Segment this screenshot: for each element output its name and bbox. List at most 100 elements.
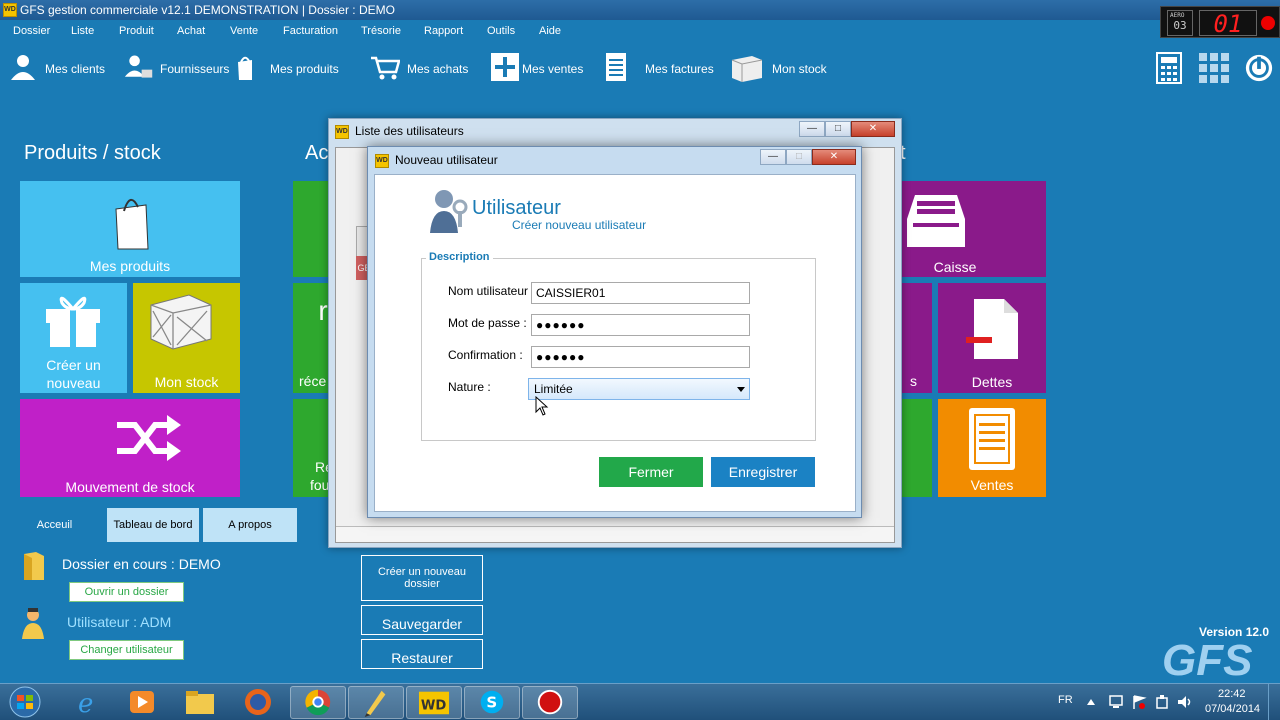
toolbar-mes-clients[interactable]: Mes clients (8, 42, 108, 92)
tile-mon-stock[interactable]: Mon stock (133, 283, 240, 393)
open-folder-button[interactable]: Ouvrir un dossier (69, 582, 184, 602)
tile-label-line2: nouveau (46, 375, 101, 391)
save-user-button[interactable]: Enregistrer (711, 457, 815, 487)
supplier-icon (124, 55, 153, 78)
close-button[interactable]: ✕ (812, 149, 856, 165)
window-title: Liste des utilisateurs (355, 124, 464, 138)
group-label: Description (426, 251, 493, 263)
menu-produit[interactable]: Produit (119, 25, 154, 37)
maximize-button[interactable]: □ (825, 121, 851, 137)
menu-outils[interactable]: Outils (487, 25, 515, 37)
nature-selected-value: Limitée (534, 382, 573, 396)
calculator-icon[interactable] (1156, 52, 1182, 84)
password-input[interactable]: ●●●●●● (531, 314, 750, 336)
record-icon[interactable] (522, 686, 578, 719)
tab-tableau-de-bord[interactable]: Tableau de bord (107, 508, 199, 542)
app-icon: WD (3, 3, 17, 17)
close-button[interactable]: ✕ (851, 121, 895, 137)
toolbar-mes-factures[interactable]: Mes factures (605, 42, 715, 92)
aero-big-counter: 01 (1199, 10, 1257, 37)
grid-icon[interactable] (1199, 52, 1229, 84)
menu-vente[interactable]: Vente (230, 25, 258, 37)
toolbar-label: Mes clients (45, 62, 106, 76)
menu-liste[interactable]: Liste (71, 25, 94, 37)
tile-label: Dettes (971, 374, 1013, 390)
tray-flag-icon[interactable] (1131, 694, 1147, 710)
windev-icon[interactable]: WD (406, 686, 462, 719)
tile-label-line1: Créer un (46, 357, 101, 373)
tile-label: Mouvement de stock (65, 479, 195, 495)
create-folder-label-line1: Créer un nouveau (377, 566, 467, 578)
tile-hidden-1[interactable] (293, 181, 333, 277)
username-input[interactable]: CAISSIER01 (531, 282, 750, 304)
record-dot-icon[interactable] (1261, 16, 1275, 30)
tile-hidden-2[interactable]: r réce (293, 283, 333, 393)
tile-mes-produits[interactable]: Mes produits (20, 181, 240, 277)
show-desktop-button[interactable] (1268, 684, 1280, 720)
clock-date[interactable]: 07/04/2014 (1205, 703, 1260, 715)
change-user-button[interactable]: Changer utilisateur (69, 640, 184, 660)
nature-label: Nature : (448, 380, 491, 394)
aero-small-counter: AERO 03 (1167, 10, 1193, 36)
tab-acceuil[interactable]: Acceuil (6, 508, 103, 542)
tray-power-icon[interactable] (1154, 694, 1170, 710)
minimize-button[interactable]: — (799, 121, 825, 137)
tray-network-icon[interactable] (1108, 694, 1124, 710)
minimize-button[interactable]: — (760, 149, 786, 165)
menu-aide[interactable]: Aide (539, 25, 561, 37)
bag-icon (115, 199, 149, 250)
close-dialog-button[interactable]: Fermer (599, 457, 703, 487)
menu-facturation[interactable]: Facturation (283, 25, 338, 37)
section-title-produits: Produits / stock (24, 142, 161, 164)
window-title: GFS gestion commerciale v12.1 DEMONSTRAT… (20, 3, 395, 17)
menu-tresorie[interactable]: Trésorie (361, 25, 401, 37)
explorer-icon[interactable] (172, 686, 228, 719)
media-player-icon[interactable] (116, 686, 172, 719)
menu-rapport[interactable]: Rapport (424, 25, 463, 37)
chrome-icon[interactable] (290, 686, 346, 719)
tile-mouvement-stock[interactable]: Mouvement de stock (20, 399, 240, 497)
restore-button[interactable]: Restaurer (361, 639, 483, 669)
create-folder-button[interactable]: Créer un nouveau dossier (361, 555, 483, 601)
toolbar-mes-ventes[interactable]: Mes ventes (490, 42, 590, 92)
username-label: Nom utilisateur : (448, 284, 535, 298)
toolbar-mes-produits[interactable]: Mes produits (236, 42, 346, 92)
tile-creer-nouveau[interactable]: Créer un nouveau (20, 283, 127, 393)
save-backup-button[interactable]: Sauvegarder (361, 605, 483, 635)
toolbar-mon-stock[interactable]: Mon stock (730, 42, 840, 92)
tile-caisse[interactable]: Caisse (895, 181, 1046, 277)
current-folder-label: Dossier en cours : DEMO (62, 556, 221, 572)
gift-icon (46, 296, 100, 347)
toolbar-fournisseurs[interactable]: Fournisseurs (124, 42, 234, 92)
clock-time[interactable]: 22:42 (1218, 688, 1246, 700)
aero-clock-widget: AERO 03 01 (1160, 6, 1280, 38)
tile-ventes[interactable]: Ventes (938, 399, 1046, 497)
language-indicator[interactable]: FR (1058, 694, 1073, 706)
toolbar-mes-achats[interactable]: Mes achats (370, 42, 480, 92)
firefox-icon[interactable] (230, 686, 286, 719)
window-app-icon: WD (375, 154, 389, 168)
tile-hidden-3[interactable]: Re fou (293, 399, 333, 497)
skype-icon[interactable]: S (464, 686, 520, 719)
bag-icon (238, 56, 252, 80)
menu-achat[interactable]: Achat (177, 25, 205, 37)
invoice-icon (969, 408, 1015, 470)
tray-up-arrow-icon[interactable] (1086, 697, 1096, 707)
pen-tool-icon[interactable] (348, 686, 404, 719)
toolbar-label: Mes factures (645, 62, 714, 76)
tray-volume-icon[interactable] (1176, 694, 1192, 710)
user-icon (22, 608, 44, 639)
tile-label: Caisse (933, 259, 977, 275)
nature-select[interactable]: Limitée (528, 378, 750, 400)
toolbar-label: Mes ventes (522, 62, 584, 76)
start-orb-icon[interactable] (2, 686, 48, 719)
confirm-password-input[interactable]: ●●●●●● (531, 346, 750, 368)
maximize-button[interactable]: □ (786, 149, 812, 165)
ie-icon[interactable]: e (60, 686, 116, 719)
tab-a-propos[interactable]: A propos (203, 508, 297, 542)
tile-dettes[interactable]: Dettes (938, 283, 1046, 393)
dialog-body: Utilisateur Créer nouveau utilisateur De… (374, 174, 856, 512)
menu-dossier[interactable]: Dossier (13, 25, 50, 37)
power-icon[interactable] (1244, 52, 1274, 84)
shuffle-icon (117, 415, 181, 461)
